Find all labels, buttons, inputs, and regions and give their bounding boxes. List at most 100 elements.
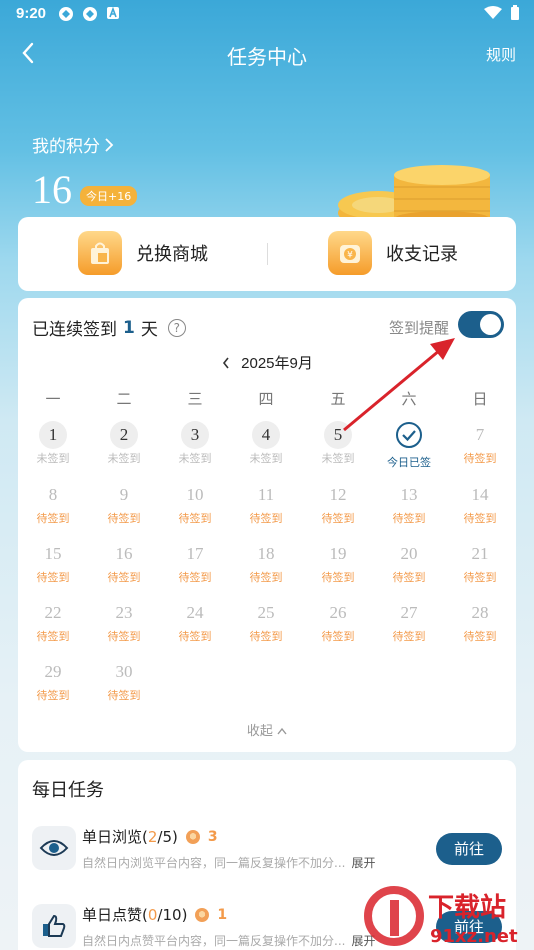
day-status: 待签到 (249, 512, 283, 525)
calendar-day[interactable]: 10 待签到 (165, 481, 225, 526)
calendar-day[interactable]: 28 待签到 (450, 599, 510, 644)
battery-icon (511, 5, 519, 20)
expand-link[interactable]: 展开 (351, 856, 375, 870)
day-status: 待签到 (36, 571, 70, 584)
my-points-label: 我的积分 (32, 137, 100, 157)
calendar-day[interactable]: 21 待签到 (450, 540, 510, 585)
calendar-day[interactable]: 26 待签到 (308, 599, 368, 644)
help-icon[interactable]: ? (167, 318, 186, 337)
calendar-day[interactable]: 今日已签 (379, 421, 439, 470)
day-status: 待签到 (36, 689, 70, 702)
day-status: 待签到 (392, 512, 426, 525)
day-status: 未签到 (36, 452, 70, 465)
day-number: 15 (44, 544, 62, 563)
calendar-day[interactable]: 17 待签到 (165, 540, 225, 585)
weekday-label: 二 (116, 390, 132, 408)
day-status: 未签到 (321, 452, 355, 465)
day-number: 27 (400, 603, 418, 622)
calendar-day[interactable]: 4 未签到 (236, 421, 296, 466)
task-reward: 3 (207, 828, 218, 845)
day-number: 30 (115, 662, 133, 681)
records-button[interactable]: ¥ 收支记录 (328, 231, 458, 275)
task-desc-text: 自然日内浏览平台内容，同一篇反复操作不加分... (82, 856, 346, 870)
day-number: 17 (186, 544, 204, 563)
calendar-day[interactable]: 15 待签到 (23, 540, 83, 585)
task-description: 自然日内点赞平台内容，同一篇反复操作不加分... 展开 (82, 932, 375, 949)
day-status: 待签到 (107, 630, 141, 643)
day-number: 11 (257, 485, 275, 504)
calendar-day[interactable]: 7 待签到 (450, 421, 510, 466)
thumbs-up-icon (32, 904, 76, 948)
calendar-day[interactable]: 19 待签到 (308, 540, 368, 585)
status-notification-icons (58, 6, 120, 22)
eye-icon (32, 826, 76, 870)
calendar-day[interactable]: 27 待签到 (379, 599, 439, 644)
coin-icon (185, 829, 200, 844)
calendar-day[interactable]: 8 待签到 (23, 481, 83, 526)
day-number: 21 (471, 544, 489, 563)
wifi-icon (484, 6, 502, 19)
calendar-day[interactable]: 11 待签到 (236, 481, 296, 526)
day-number: 26 (329, 603, 347, 622)
calendar-day[interactable]: 3 未签到 (165, 421, 225, 466)
points-today-badge: 今日+16 (80, 186, 138, 206)
calendar-day[interactable]: 25 待签到 (236, 599, 296, 644)
calendar-day[interactable]: 18 待签到 (236, 540, 296, 585)
signin-card: 已连续签到 1 天 ? 签到提醒 2025年9月 一二三四五六日 1 未签到 2 未签到 3… (18, 298, 516, 752)
calendar-day[interactable]: 13 待签到 (379, 481, 439, 526)
page-title: 任务中心 (227, 45, 307, 69)
day-number: 7 (475, 425, 485, 444)
day-status: 待签到 (178, 571, 212, 584)
day-number: 25 (257, 603, 275, 622)
calendar-day[interactable]: 24 待签到 (165, 599, 225, 644)
day-number: 2 (110, 421, 138, 449)
day-status: 待签到 (107, 512, 141, 525)
calendar-day[interactable]: 9 待签到 (94, 481, 154, 526)
calendar-day[interactable]: 30 待签到 (94, 658, 154, 703)
chevron-up-icon (277, 727, 287, 735)
calendar-day[interactable]: 5 未签到 (308, 421, 368, 466)
day-status: 待签到 (321, 571, 355, 584)
calendar-day[interactable]: 12 待签到 (308, 481, 368, 526)
day-status: 待签到 (249, 571, 283, 584)
day-status: 待签到 (463, 512, 497, 525)
go-button[interactable]: 前往 (436, 833, 502, 865)
remind-label: 签到提醒 (389, 319, 450, 337)
chevron-left-icon[interactable] (221, 356, 231, 370)
weekday-label: 三 (187, 390, 203, 408)
signin-title-suffix: 天 (140, 320, 158, 340)
my-points-link[interactable]: 我的积分 (32, 132, 114, 157)
remind-toggle[interactable] (458, 311, 504, 338)
day-status: 待签到 (321, 512, 355, 525)
task-progress-total: /5 (157, 828, 173, 846)
day-number: 10 (186, 485, 204, 504)
exchange-shop-button[interactable]: 兑换商城 (78, 231, 208, 275)
task-name: 单日点赞(0/10) 1 (82, 906, 228, 924)
shop-divider (267, 243, 268, 265)
rules-link[interactable]: 规则 (486, 44, 516, 65)
calendar-day[interactable]: 2 未签到 (94, 421, 154, 466)
calendar-day[interactable]: 22 待签到 (23, 599, 83, 644)
calendar-day[interactable]: 29 待签到 (23, 658, 83, 703)
task-name: 单日浏览(2/5) 3 (82, 828, 218, 846)
calendar-day[interactable]: 14 待签到 (450, 481, 510, 526)
task-name-label: 单日点赞 (82, 906, 143, 924)
day-status: 待签到 (36, 512, 70, 525)
task-progress-current: 0 (147, 906, 158, 924)
collapse-label: 收起 (246, 724, 273, 739)
exchange-shop-label: 兑换商城 (136, 244, 208, 265)
shopping-bag-icon (78, 231, 122, 275)
calendar-day[interactable]: 23 待签到 (94, 599, 154, 644)
check-circle-icon (396, 422, 422, 448)
day-number: 20 (400, 544, 418, 563)
shop-card: 兑换商城 ¥ 收支记录 (18, 217, 516, 291)
calendar-day[interactable]: 16 待签到 (94, 540, 154, 585)
day-status: 未签到 (178, 452, 212, 465)
day-number: 19 (329, 544, 347, 563)
collapse-button[interactable]: 收起 (18, 720, 516, 739)
calendar-day[interactable]: 1 未签到 (23, 421, 83, 466)
points-value: 16 (32, 167, 72, 212)
task-desc-text: 自然日内点赞平台内容，同一篇反复操作不加分... (82, 934, 346, 948)
calendar-day[interactable]: 20 待签到 (379, 540, 439, 585)
day-status: 待签到 (36, 630, 70, 643)
